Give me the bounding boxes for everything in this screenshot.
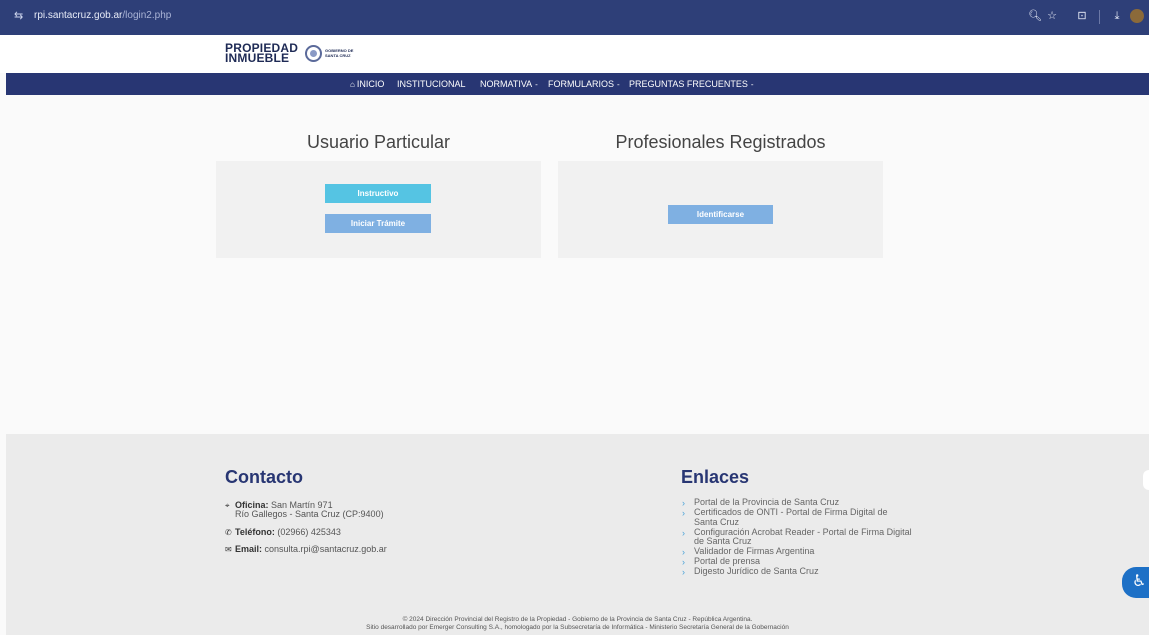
footer-link-label: Portal de la Provincia de Santa Cruz [694,497,840,507]
extensions-icon[interactable]: ⊡ [1074,8,1090,24]
gov-line-2: SANTA CRUZ [325,53,351,58]
footer-link-label: Configuración Acrobat Reader - Portal de… [694,526,912,546]
accessibility-icon: ♿︎ [1132,573,1147,590]
map-pin-icon: ⌖ [225,501,230,510]
footer-link[interactable]: › Configuración Acrobat Reader - Portal d… [682,526,912,547]
browser-toolbar: ⇆ rpi.santacruz.gob.ar/login2.php 🔍︎ ☆ ⊡… [0,0,1149,35]
nav-preguntas-frecuentes[interactable]: PREGUNTAS FRECUENTES - [629,78,754,91]
logo-line-2: INMUEBLE [225,51,290,65]
enlaces-heading: Enlaces [681,467,750,487]
nav-formularios-label: FORMULARIOS [548,79,615,89]
particular-panel: Instructivo Iniciar Trámite [216,161,541,258]
caret-down-icon: - [750,80,754,89]
instructivo-button[interactable]: Instructivo [325,184,431,203]
particular-title: Usuario Particular [306,132,451,152]
footer-link[interactable]: › Certificados de ONTI - Portal de Firma … [682,507,912,527]
nav-inicio[interactable]: ⌂ INICIO [350,78,384,91]
nav-normativa[interactable]: NORMATIVA - [480,78,538,91]
copyright-line-2: Sitio desarrollado por Emerger Consultin… [366,624,789,631]
identificarse-button[interactable]: Identificarse [668,205,773,224]
email-label: Email: [235,544,263,554]
footer-link-label: Digesto Jurídico de Santa Cruz [694,566,819,576]
email-info: ✉ Email: consulta.rpi@santacruz.gob.ar [225,544,387,555]
nav-institucional[interactable]: INSTITUCIONAL [397,78,466,90]
accessibility-button[interactable]: ♿︎ [1122,567,1149,598]
side-tab-handle[interactable] [1143,470,1149,490]
telefono-value: (02966) 425343 [277,527,341,537]
site-settings-icon[interactable]: ⇆ [14,10,26,22]
email-value[interactable]: consulta.rpi@santacruz.gob.ar [265,544,387,554]
profesionales-panel: Identificarse [558,161,883,258]
caret-down-icon: - [617,80,620,89]
chevron-right-icon: › [682,527,685,538]
nav-normativa-label: NORMATIVA [480,79,533,89]
iniciar-tramite-button[interactable]: Iniciar Trámite [325,214,431,233]
toolbar-divider [1099,10,1100,24]
contacto-heading: Contacto [225,467,303,487]
bookmark-star-icon[interactable]: ☆ [1044,8,1060,24]
zoom-icon[interactable]: 🔍︎ [1027,8,1043,24]
chevron-right-icon: › [682,567,685,577]
nav-inicio-label: INICIO [356,79,385,89]
enlaces-list: › Portal de la Provincia de Santa Cruz › C… [682,497,912,577]
profile-avatar[interactable] [1130,9,1144,23]
footer-link-label: Validador de Firmas Argentina [694,546,815,556]
government-seal-icon [305,45,322,62]
url-host: rpi.santacruz.gob.ar [34,10,123,21]
government-logo-text: GOBIERNO DE SANTA CRUZ [325,48,365,58]
address-bar[interactable]: rpi.santacruz.gob.ar/login2.php [34,9,171,23]
site-logo[interactable]: PROPIEDAD INMUEBLE [225,42,298,65]
nav-formularios[interactable]: FORMULARIOS - [548,78,620,91]
telefono-label: Teléfono: [235,527,275,537]
telefono-info: ✆ Teléfono: (02966) 425343 [225,527,341,538]
main-navigation: ⌂ INICIO INSTITUCIONAL NORMATIVA - FORMULA… [6,73,1149,95]
chevron-right-icon: › [682,508,685,518]
site-footer: Contacto ⌖ Oficina: San Martín 971 Río Ga… [6,434,1149,635]
footer-link-label: Portal de prensa [694,556,761,566]
nav-preguntas-label: PREGUNTAS FRECUENTES [629,79,748,89]
oficina-city: Río Gallegos - Santa Cruz (CP:9400) [235,509,384,519]
envelope-icon: ✉ [225,545,232,554]
home-icon: ⌂ [350,80,355,89]
site-header: PROPIEDAD INMUEBLE GOBIERNO DE SANTA CRU… [0,35,1149,73]
copyright-line-1: © 2024 Dirección Provincial del Registro… [402,616,753,623]
footer-link-label: Certificados de ONTI - Portal de Firma D… [694,507,888,527]
caret-down-icon: - [535,80,538,89]
phone-icon: ✆ [225,528,232,537]
footer-link[interactable]: › Digesto Jurídico de Santa Cruz [682,566,912,577]
profesionales-title: Profesionales Registrados [615,132,826,152]
download-icon[interactable]: ⤓ [1109,8,1125,24]
url-path: /login2.php [122,10,172,21]
